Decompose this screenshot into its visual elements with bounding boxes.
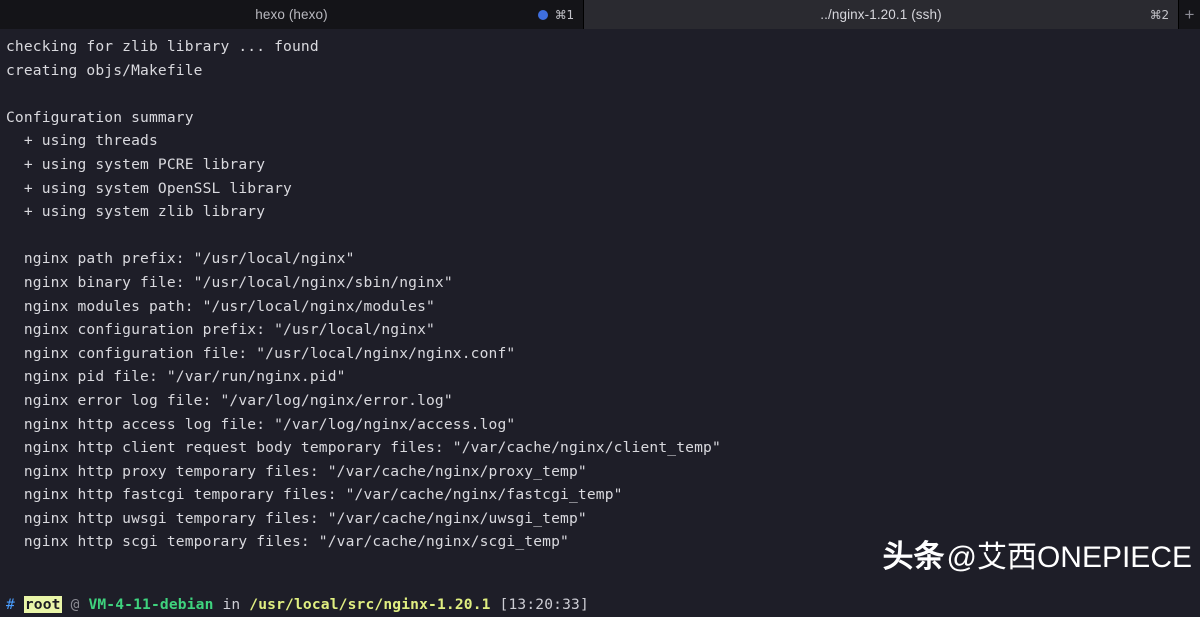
tab-nginx-ssh-right-group: ⌘2 bbox=[1150, 0, 1169, 29]
prompt-username: root bbox=[23, 596, 62, 613]
tab-nginx-ssh-title: ../nginx-1.20.1 (ssh) bbox=[820, 7, 942, 22]
tab-hexo-shortcut: ⌘1 bbox=[554, 7, 574, 22]
tab-nginx-ssh[interactable]: ../nginx-1.20.1 (ssh) ⌘2 bbox=[584, 0, 1178, 29]
terminal-line: nginx path prefix: "/usr/local/nginx" bbox=[6, 250, 355, 268]
prompt-space-5 bbox=[240, 596, 249, 613]
terminal-line: nginx configuration prefix: "/usr/local/… bbox=[6, 321, 435, 339]
terminal-line: + using system zlib library bbox=[6, 203, 266, 221]
prompt-space-1 bbox=[15, 596, 24, 613]
activity-dot-icon bbox=[537, 9, 548, 20]
terminal-line: nginx http access log file: "/var/log/ng… bbox=[6, 415, 516, 433]
tab-nginx-ssh-shortcut: ⌘2 bbox=[1149, 7, 1169, 22]
prompt-hostname: VM-4-11-debian bbox=[88, 596, 214, 613]
tab-hexo-title: hexo (hexo) bbox=[255, 7, 328, 22]
prompt-working-directory: /usr/local/src/nginx-1.20.1 bbox=[249, 596, 491, 613]
tab-bar: hexo (hexo) ⌘1 ../nginx-1.20.1 (ssh) ⌘2 … bbox=[0, 0, 1200, 29]
terminal-scrollback: checking for zlib library ... found creat… bbox=[6, 35, 1200, 554]
prompt-space-2 bbox=[62, 596, 71, 613]
prompt-symbol: # bbox=[6, 596, 15, 613]
tab-hexo[interactable]: hexo (hexo) ⌘1 bbox=[0, 0, 584, 29]
prompt-timestamp: [13:20:33] bbox=[499, 596, 589, 613]
terminal-line: nginx http client request body temporary… bbox=[6, 439, 721, 457]
tab-hexo-right-group: ⌘1 bbox=[537, 0, 574, 29]
prompt-space-6 bbox=[491, 596, 500, 613]
terminal-line: nginx error log file: "/var/log/nginx/er… bbox=[6, 391, 453, 409]
terminal-output-pane[interactable]: checking for zlib library ... found creat… bbox=[0, 29, 1200, 617]
terminal-line: nginx pid file: "/var/run/nginx.pid" bbox=[6, 368, 346, 386]
terminal-line: nginx http scgi temporary files: "/var/c… bbox=[6, 533, 569, 551]
terminal-scrollbar[interactable] bbox=[1194, 29, 1200, 617]
terminal-line: + using threads bbox=[6, 132, 158, 150]
prompt-preposition: in bbox=[222, 596, 241, 613]
terminal-line: creating objs/Makefile bbox=[6, 61, 203, 79]
shell-prompt-line: # root @ VM-4-11-debian in /usr/local/sr… bbox=[6, 594, 589, 615]
terminal-line: nginx binary file: "/usr/local/nginx/sbi… bbox=[6, 273, 453, 291]
terminal-line: nginx modules path: "/usr/local/nginx/mo… bbox=[6, 297, 435, 315]
terminal-line: nginx configuration file: "/usr/local/ng… bbox=[6, 344, 516, 362]
terminal-line: nginx http proxy temporary files: "/var/… bbox=[6, 462, 587, 480]
terminal-line: Configuration summary bbox=[6, 108, 194, 126]
terminal-line: checking for zlib library ... found bbox=[6, 38, 319, 55]
prompt-at-separator: @ bbox=[70, 596, 80, 613]
terminal-line: nginx http fastcgi temporary files: "/va… bbox=[6, 486, 623, 504]
terminal-line: + using system OpenSSL library bbox=[6, 179, 292, 197]
terminal-line: nginx http uwsgi temporary files: "/var/… bbox=[6, 509, 587, 527]
new-tab-button[interactable]: + bbox=[1178, 0, 1200, 29]
terminal-line: + using system PCRE library bbox=[6, 155, 266, 173]
